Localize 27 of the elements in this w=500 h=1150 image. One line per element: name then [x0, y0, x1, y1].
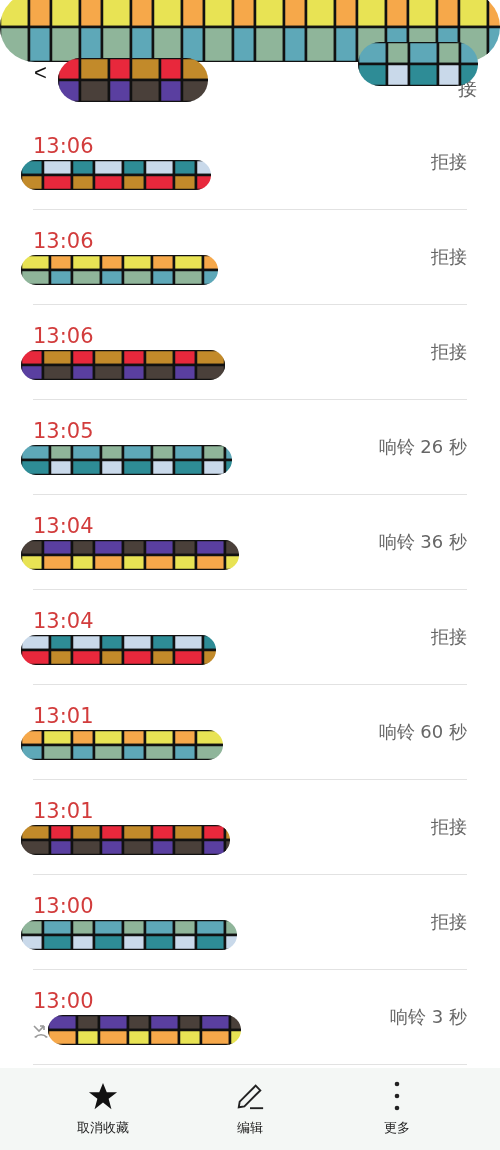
call-time: 13:06 [33, 229, 94, 253]
call-status: 响铃 3 秒 [390, 1005, 467, 1029]
call-status: 拒接 [431, 340, 467, 364]
call-time: 13:01 [33, 799, 94, 823]
call-time: 13:04 [33, 609, 94, 633]
call-status: 响铃 60 秒 [378, 720, 467, 744]
unfavorite-button[interactable]: 取消收藏 [30, 1068, 177, 1150]
pencil-icon [235, 1081, 265, 1111]
call-time: 13:00 [33, 989, 94, 1013]
call-time: 13:05 [33, 419, 94, 443]
call-time: 13:04 [33, 514, 94, 538]
call-status: 拒接 [431, 815, 467, 839]
call-time: 13:06 [33, 134, 94, 158]
call-status: 响铃 36 秒 [378, 530, 467, 554]
star-icon [88, 1081, 119, 1111]
edit-button[interactable]: 编辑 [176, 1068, 324, 1150]
call-time: 13:01 [33, 704, 94, 728]
call-status: 响铃 26 秒 [378, 435, 467, 459]
call-status: 拒接 [431, 910, 467, 934]
call-time: 13:06 [33, 324, 94, 348]
more-icon [393, 1081, 400, 1111]
call-status: 拒接 [431, 625, 467, 649]
call-status: 拒接 [431, 150, 467, 174]
call-status: 拒接 [431, 245, 467, 269]
more-button[interactable]: 更多 [323, 1068, 470, 1150]
call-time: 13:00 [33, 894, 94, 918]
back-button[interactable]: < [34, 62, 47, 84]
